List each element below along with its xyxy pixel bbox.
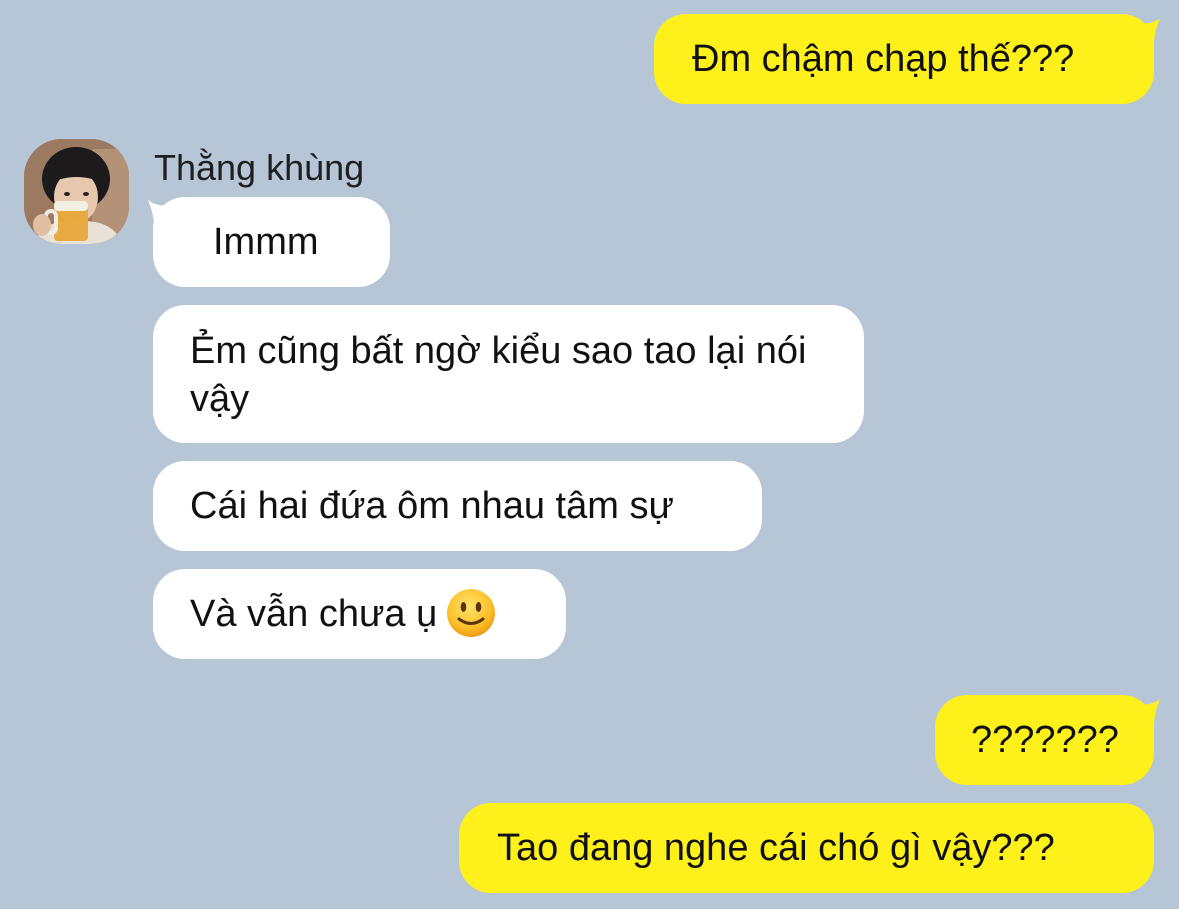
incoming-message[interactable]: Ẻm cũng bất ngờ kiểu sao tao lại nói vậy <box>153 305 864 443</box>
bubble-tail <box>1136 18 1160 44</box>
slightly-smiling-face-icon <box>447 588 496 637</box>
message-text: ??????? <box>971 719 1119 761</box>
contact-name: Thằng khùng <box>154 147 365 188</box>
chat-window: Đm chậm chạp thế??? Thằng khùng Immm Ẻm … <box>0 0 1179 909</box>
outgoing-message[interactable]: Đm chậm chạp thế??? <box>654 14 1154 104</box>
message-text: Ẻm cũng bất ngờ kiểu sao tao lại nói vậy <box>190 330 807 420</box>
contact-avatar[interactable] <box>24 139 129 244</box>
outgoing-message[interactable]: ??????? <box>935 695 1154 785</box>
message-text: Cái hai đứa ôm nhau tâm sự <box>190 485 674 527</box>
message-text: Immm <box>213 221 319 263</box>
message-text: Và vẫn chưa ụ <box>190 593 438 635</box>
incoming-message[interactable]: Cái hai đứa ôm nhau tâm sự <box>153 461 762 551</box>
profile-photo-icon <box>24 139 129 244</box>
message-text: Đm chậm chạp thế??? <box>692 38 1075 80</box>
bubble-tail <box>148 200 172 226</box>
outgoing-message[interactable]: Tao đang nghe cái chó gì vậy??? <box>459 803 1154 893</box>
message-text: Tao đang nghe cái chó gì vậy??? <box>497 827 1055 869</box>
incoming-message[interactable]: Và vẫn chưa ụ <box>153 569 566 659</box>
bubble-tail <box>1136 699 1160 725</box>
incoming-message[interactable]: Immm <box>153 197 390 287</box>
